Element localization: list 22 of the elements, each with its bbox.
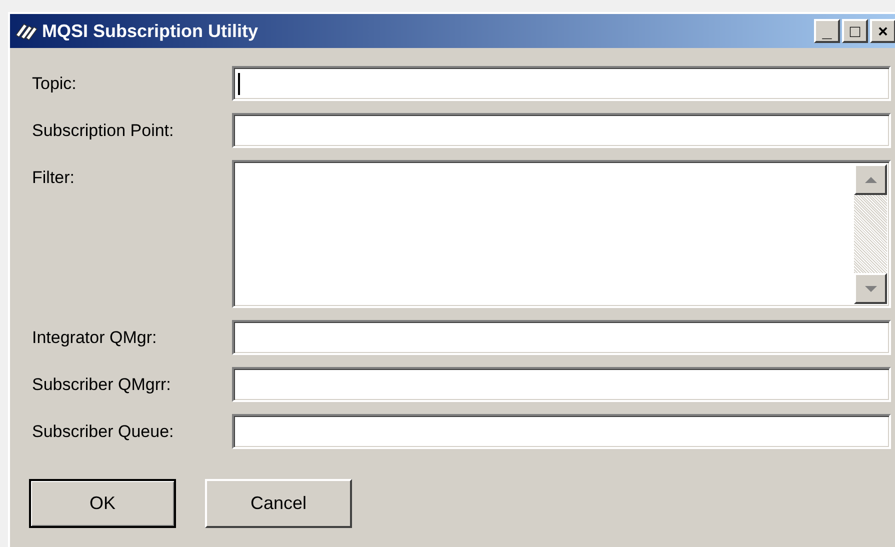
field-label: Integrator QMgr: [32,327,158,349]
cancel-button[interactable]: Cancel [205,479,352,528]
input-field[interactable] [232,113,891,148]
field-label: Subscriber Queue: [32,421,175,443]
field-label: Filter: [32,167,76,189]
scroll-down-icon[interactable] [854,273,887,304]
input-field[interactable] [232,66,891,101]
minimize-button[interactable]: _ [814,19,840,43]
field-label: Subscription Point: [32,120,175,142]
field-label: Topic: [32,73,78,95]
close-button[interactable]: × [870,19,895,43]
input-field[interactable] [232,367,891,402]
input-field[interactable] [232,414,891,449]
input-field[interactable] [232,320,891,355]
scrollbar[interactable] [854,164,887,304]
field-label: Subscriber QMgrr: [32,374,172,396]
scroll-up-icon[interactable] [854,164,887,195]
window-title: MQSI Subscription Utility [42,20,260,43]
app-logo-icon [14,21,38,41]
ok-button[interactable]: OK [29,479,176,528]
filter-text-area[interactable] [232,160,891,308]
maximize-button[interactable]: □ [842,19,868,43]
